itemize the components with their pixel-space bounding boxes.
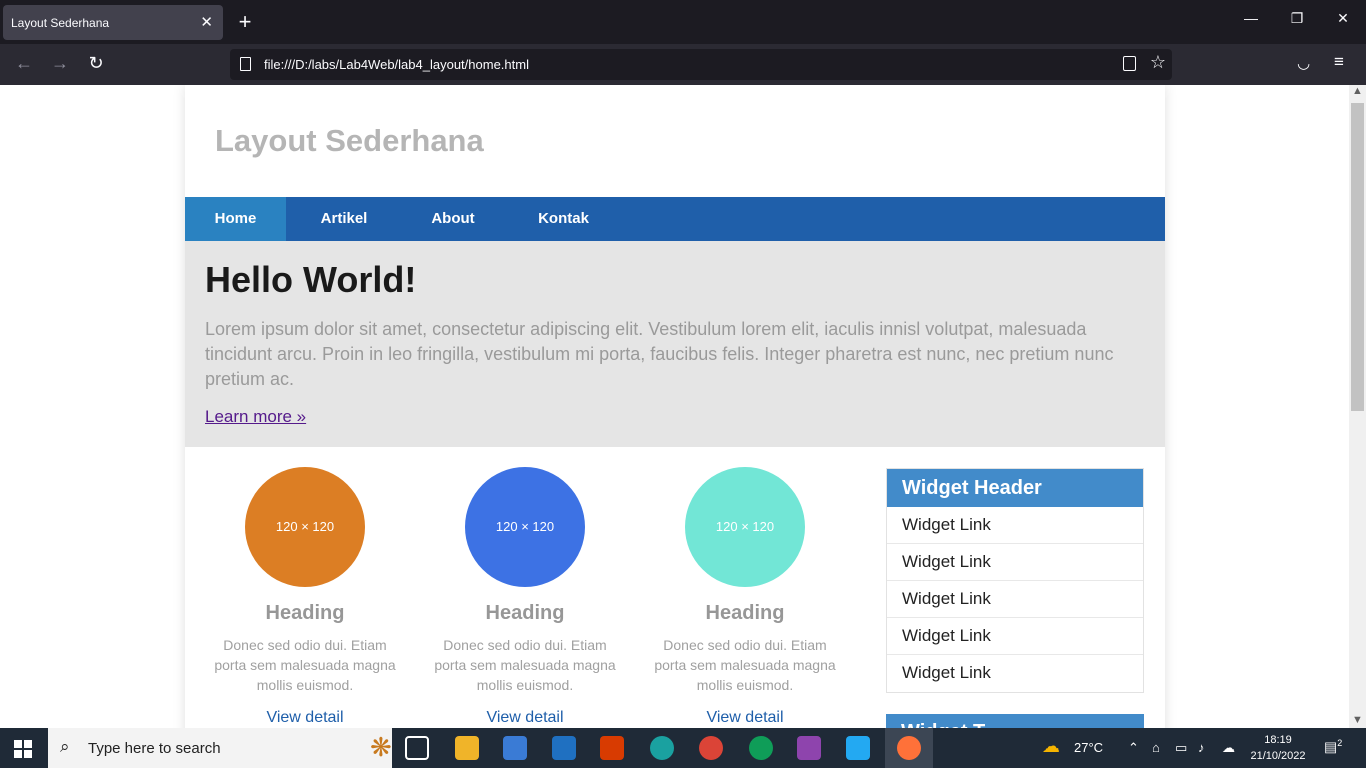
firefox-taskbar-button[interactable]	[885, 728, 933, 768]
weather-icon[interactable]: ☁	[1042, 736, 1060, 757]
tab-close-icon[interactable]: ✕	[200, 13, 213, 31]
url-text[interactable]: file:///D:/labs/Lab4Web/lab4_layout/home…	[264, 57, 529, 72]
forward-button[interactable]: →	[48, 53, 72, 74]
chrome-profile-icon[interactable]	[749, 736, 773, 760]
close-window-button[interactable]: ✕	[1333, 10, 1353, 27]
feature-column: 120 × 120 Heading Donec sed odio dui. Et…	[645, 467, 845, 727]
learn-more-link[interactable]: Learn more »	[205, 407, 306, 427]
page-container: Layout Sederhana Home Artikel About Kont…	[185, 85, 1165, 728]
office-icon[interactable]	[600, 736, 624, 760]
scroll-down-icon[interactable]: ▼	[1352, 714, 1363, 726]
page-icon	[240, 57, 251, 71]
menu-item-kontak[interactable]: Kontak	[504, 197, 623, 241]
clock-date: 21/10/2022	[1250, 750, 1306, 762]
feature-heading: Heading	[485, 602, 565, 624]
search-placeholder[interactable]: Type here to search	[88, 740, 221, 757]
windows-taskbar: ⌕ Type here to search ❋ ☁ 27°C ⌃ ⌂ ▭ ♪ ☁…	[0, 728, 1366, 768]
site-title: Layout Sederhana	[215, 123, 484, 158]
browser-toolbar: ← → ↻ file:///D:/labs/Lab4Web/lab4_layou…	[0, 44, 1366, 85]
menu-item-artikel[interactable]: Artikel	[286, 197, 402, 241]
widget-link[interactable]: Widget Link	[887, 581, 1143, 618]
volume-icon[interactable]: ♪	[1198, 740, 1205, 755]
sidebar-widget: Widget Header Widget Link Widget Link Wi…	[886, 468, 1144, 693]
address-bar[interactable]: file:///D:/labs/Lab4Web/lab4_layout/home…	[230, 49, 1172, 80]
temperature[interactable]: 27°C	[1074, 740, 1103, 755]
pocket-icon[interactable]: ◡	[1297, 54, 1310, 72]
chrome-icon[interactable]	[699, 736, 723, 760]
feature-image: 120 × 120	[245, 467, 365, 587]
scroll-up-icon[interactable]: ▲	[1352, 85, 1363, 97]
menu-item-about[interactable]: About	[402, 197, 504, 241]
page-viewport: Layout Sederhana Home Artikel About Kont…	[0, 85, 1349, 728]
feature-image: 120 × 120	[465, 467, 585, 587]
onedrive-icon[interactable]: ☁	[1222, 740, 1235, 756]
notification-count: 2	[1337, 738, 1343, 748]
clock-time: 18:19	[1264, 734, 1292, 746]
feature-text: Donec sed odio dui. Etiam porta sem male…	[654, 637, 836, 693]
meet-now-icon[interactable]: ⌂	[1152, 740, 1160, 755]
view-detail-link[interactable]: View detail	[645, 709, 845, 727]
widget-link[interactable]: Widget Link	[887, 655, 1143, 692]
feature-column: 120 × 120 Heading Donec sed odio dui. Et…	[205, 467, 405, 727]
feature-image: 120 × 120	[685, 467, 805, 587]
view-detail-link[interactable]: View detail	[425, 709, 625, 727]
view-detail-link[interactable]: View detail	[205, 709, 405, 727]
scrollbar-thumb[interactable]	[1351, 103, 1364, 411]
new-tab-button[interactable]: +	[234, 9, 256, 35]
browser-tab-strip: Layout Sederhana ✕ + — ❐ ✕	[0, 0, 1366, 44]
store-icon[interactable]	[503, 736, 527, 760]
git-icon[interactable]	[797, 736, 821, 760]
menu-item-home[interactable]: Home	[185, 197, 286, 241]
firefox-icon	[897, 736, 921, 760]
browser-tab[interactable]: Layout Sederhana ✕	[3, 5, 223, 40]
bookmark-star-icon[interactable]: ☆	[1150, 52, 1166, 73]
hamburger-menu-icon[interactable]: ≡	[1334, 52, 1344, 72]
mail-icon[interactable]	[552, 736, 576, 760]
vscode-icon[interactable]	[846, 736, 870, 760]
feature-text: Donec sed odio dui. Etiam porta sem male…	[434, 637, 616, 693]
vertical-scrollbar[interactable]: ▲ ▼	[1349, 85, 1366, 728]
tray-chevron-icon[interactable]: ⌃	[1128, 740, 1139, 756]
minimize-button[interactable]: —	[1241, 10, 1261, 26]
widget-link[interactable]: Widget Link	[887, 544, 1143, 581]
feature-column: 120 × 120 Heading Donec sed odio dui. Et…	[425, 467, 625, 727]
feature-heading: Heading	[265, 602, 345, 624]
feature-heading: Heading	[705, 602, 785, 624]
feature-text: Donec sed odio dui. Etiam porta sem male…	[214, 637, 396, 693]
taskbar-search[interactable]: ⌕ Type here to search ❋	[48, 728, 392, 768]
system-clock[interactable]: 18:19 21/10/2022	[1250, 732, 1306, 764]
reload-button[interactable]: ↻	[84, 53, 108, 74]
tab-title: Layout Sederhana	[11, 15, 110, 30]
hero-section: Hello World! Lorem ipsum dolor sit amet,…	[185, 241, 1165, 447]
main-menu: Home Artikel About Kontak	[185, 197, 1165, 241]
widget-header-second: Widget T	[886, 714, 1144, 728]
widget-header: Widget Header	[887, 469, 1143, 507]
file-explorer-icon[interactable]	[455, 736, 479, 760]
reader-view-icon[interactable]	[1123, 56, 1136, 71]
widget-link[interactable]: Widget Link	[887, 618, 1143, 655]
site-header: Layout Sederhana	[185, 85, 1165, 197]
back-button[interactable]: ←	[12, 53, 36, 74]
restore-button[interactable]: ❐	[1287, 10, 1307, 27]
search-icon: ⌕	[60, 737, 70, 756]
task-view-icon[interactable]	[405, 736, 429, 760]
widget-link[interactable]: Widget Link	[887, 507, 1143, 544]
notification-center-icon[interactable]: ▤2	[1324, 738, 1342, 756]
battery-icon[interactable]: ▭	[1175, 740, 1187, 756]
search-highlight-icon: ❋	[370, 732, 392, 762]
hero-title: Hello World!	[205, 259, 417, 300]
edge-icon[interactable]	[650, 736, 674, 760]
windows-start-icon[interactable]	[14, 740, 32, 758]
hero-text: Lorem ipsum dolor sit amet, consectetur …	[205, 319, 1114, 389]
